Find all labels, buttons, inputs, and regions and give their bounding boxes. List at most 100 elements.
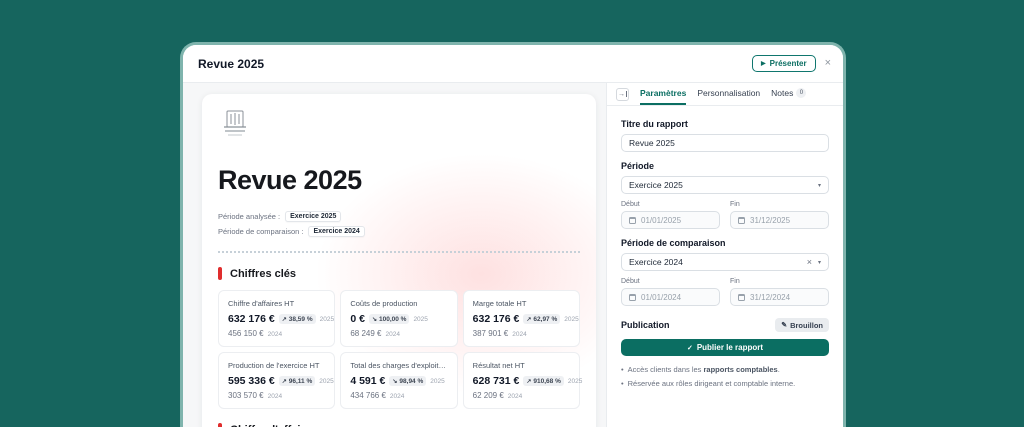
comparison-select[interactable]: Exercice 2024 × ▾ (621, 253, 829, 271)
kpi-prev-year: 2024 (268, 331, 282, 338)
kpi-value: 595 336 € (228, 375, 275, 387)
trend-badge: ↗38,59 % (279, 314, 316, 324)
present-button[interactable]: ▶ Présenter (752, 55, 816, 72)
calendar-icon (738, 217, 745, 224)
comparison-period-label: Période de comparaison (621, 238, 829, 248)
calendar-icon (629, 217, 636, 224)
kpi-label: Total des charges d'exploitati… H… (350, 361, 447, 370)
kpi-year: 2025 (568, 378, 582, 385)
kpi-label: Coûts de production (350, 299, 447, 308)
header-actions: ▶ Présenter × (752, 55, 831, 72)
kpi-prev-value: 62 209 € (473, 391, 504, 400)
report-window: Revue 2025 ▶ Présenter × (180, 42, 846, 427)
comparison-end-label: Fin (730, 278, 829, 285)
key-figures-section-header: Chiffres clés (218, 267, 580, 280)
dotted-divider (218, 251, 580, 253)
chevron-down-icon: ▾ (818, 182, 821, 189)
kpi-card-charges-exploitation: Total des charges d'exploitati… H… 4 591… (340, 352, 457, 409)
tab-notes[interactable]: Notes0 (771, 83, 806, 105)
play-icon: ▶ (761, 60, 766, 67)
report-title-input[interactable] (621, 134, 829, 152)
period-start-label: Début (621, 201, 720, 208)
trend-down-icon: ↘ (392, 378, 397, 385)
kpi-year: 2025 (413, 316, 427, 323)
comparison-period-label: Période de comparaison : (218, 227, 303, 236)
tab-personnalisation[interactable]: Personnalisation (697, 83, 760, 105)
trend-badge: ↗62,97 % (523, 314, 560, 324)
comparison-period-line: Période de comparaison : Exercice 2024 (218, 226, 580, 237)
publication-label: Publication (621, 320, 670, 330)
panel-body: Titre du rapport Période Exercice 2025 ▾… (607, 106, 843, 393)
kpi-value: 0 € (350, 313, 365, 325)
kpi-prev-value: 387 901 € (473, 329, 509, 338)
document-preview-area: Revue 2025 Période analysée : Exercice 2… (183, 83, 606, 427)
kpi-value: 4 591 € (350, 375, 385, 387)
trend-badge: ↗910,68 % (523, 376, 564, 386)
kpi-label: Chiffre d'affaires HT (228, 299, 325, 308)
kpi-value: 632 176 € (473, 313, 520, 325)
kpi-prev-value: 434 766 € (350, 391, 386, 400)
kpi-card-resultat-net: Résultat net HT 628 731 € ↗910,68 % 2025… (463, 352, 580, 409)
trend-up-icon: ↗ (282, 378, 287, 385)
comparison-start-label: Début (621, 278, 720, 285)
analyzed-period-label: Période analysée : (218, 212, 280, 221)
publication-notes: •Accès clients dans les rapports comptab… (621, 365, 829, 390)
check-icon: ✓ (687, 344, 693, 352)
period-select[interactable]: Exercice 2025 ▾ (621, 176, 829, 194)
period-end-label: Fin (730, 201, 829, 208)
kpi-year: 2025 (320, 316, 334, 323)
kpi-prev-year: 2024 (268, 393, 282, 400)
report-title: Revue 2025 (218, 165, 580, 196)
period-select-value: Exercice 2025 (629, 180, 818, 190)
trend-badge: ↗96,11 % (279, 376, 316, 386)
section-accent-bar (218, 267, 222, 280)
revenue-section-title: Chiffre d'affaires (230, 424, 317, 427)
close-icon[interactable]: × (825, 58, 831, 69)
collapse-panel-icon[interactable]: → (616, 88, 629, 101)
trend-up-icon: ↗ (526, 316, 531, 323)
period-start-input[interactable]: 01/01/2025 (621, 211, 720, 229)
kpi-value: 628 731 € (473, 375, 520, 387)
kpi-prev-value: 456 150 € (228, 329, 264, 338)
kpi-label: Résultat net HT (473, 361, 570, 370)
kpi-prev-year: 2024 (385, 331, 399, 338)
period-end-input[interactable]: 31/12/2025 (730, 211, 829, 229)
trend-down-icon: ↘ (372, 316, 377, 323)
kpi-prev-year: 2024 (512, 331, 526, 338)
kpi-label: Production de l'exercice HT (228, 361, 325, 370)
present-button-label: Présenter (770, 59, 807, 68)
comparison-end-input[interactable]: 31/12/2024 (730, 288, 829, 306)
kpi-grid: Chiffre d'affaires HT 632 176 € ↗38,59 %… (218, 290, 580, 409)
kpi-prev-value: 303 570 € (228, 391, 264, 400)
section-accent-bar (218, 423, 222, 427)
chevron-down-icon: ▾ (818, 259, 821, 266)
report-page: Revue 2025 Période analysée : Exercice 2… (202, 94, 596, 427)
window-title: Revue 2025 (198, 57, 264, 71)
settings-panel: → Paramètres Personnalisation Notes0 Tit… (606, 83, 843, 427)
kpi-card-marge-totale: Marge totale HT 632 176 € ↗62,97 % 2025 … (463, 290, 580, 347)
kpi-prev-year: 2024 (390, 393, 404, 400)
trend-badge: ↘100,00 % (369, 314, 410, 324)
kpi-label: Marge totale HT (473, 299, 570, 308)
kpi-prev-value: 68 249 € (350, 329, 381, 338)
trend-badge: ↘98,94 % (389, 376, 426, 386)
comparison-start-input[interactable]: 01/01/2024 (621, 288, 720, 306)
report-title-label: Titre du rapport (621, 119, 829, 129)
window-header: Revue 2025 ▶ Présenter × (183, 45, 843, 83)
kpi-card-production-exercice: Production de l'exercice HT 595 336 € ↗9… (218, 352, 335, 409)
calendar-icon (738, 294, 745, 301)
comparison-select-value: Exercice 2024 (629, 257, 807, 267)
revenue-section-header: Chiffre d'affaires (218, 423, 580, 427)
trend-up-icon: ↗ (282, 316, 287, 323)
company-logo (218, 109, 252, 139)
period-label: Période (621, 161, 829, 171)
analyzed-period-badge: Exercice 2025 (285, 211, 341, 222)
analyzed-period-line: Période analysée : Exercice 2025 (218, 211, 580, 222)
notes-count-badge: 0 (796, 88, 806, 98)
draft-status-badge: ✎ Brouillon (775, 318, 829, 332)
publication-note: •Accès clients dans les rapports comptab… (621, 365, 829, 376)
calendar-icon (629, 294, 636, 301)
clear-icon[interactable]: × (807, 258, 812, 267)
tab-parametres[interactable]: Paramètres (640, 83, 686, 105)
publish-report-button[interactable]: ✓ Publier le rapport (621, 339, 829, 356)
